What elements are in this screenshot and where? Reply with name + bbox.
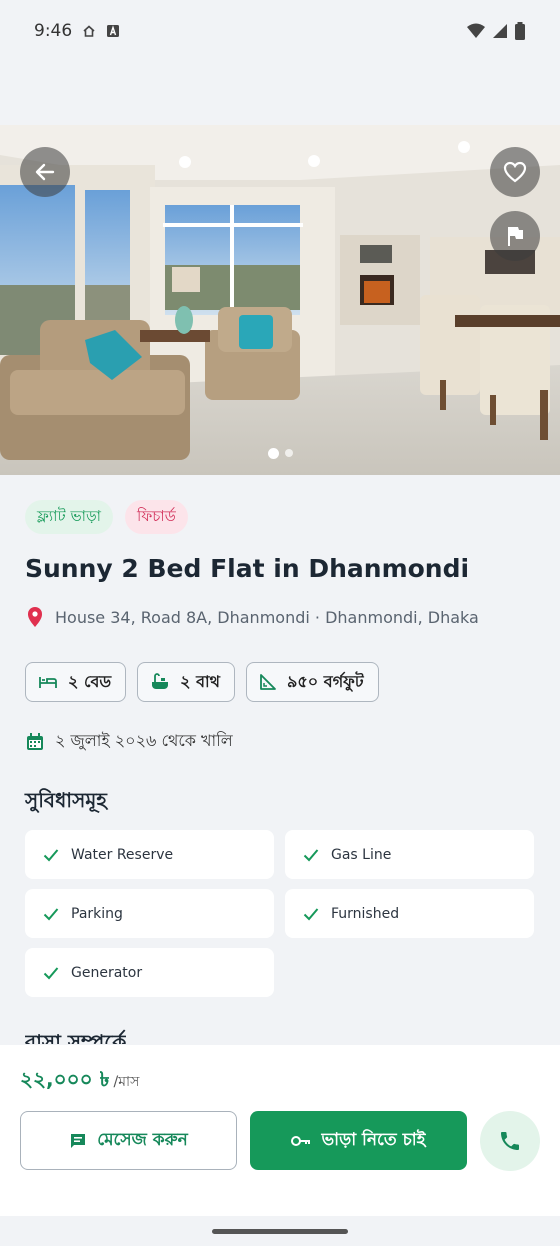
status-bar: 9:46 [0,0,560,62]
rent-button-label: ভাড়া নিতে চাই [321,1129,426,1150]
amenities-heading: সুবিধাসমূহ [25,788,107,812]
address-text: House 34, Road 8A, Dhanmondi · Dhanmondi… [55,607,479,627]
gallery-pager [0,448,560,459]
call-button[interactable] [480,1111,540,1171]
amenity-item: Gas Line [285,830,534,879]
amenity-item: Water Reserve [25,830,274,879]
amenity-label: Water Reserve [71,846,174,863]
featured-chip: ফিচার্ড [125,500,188,534]
chat-icon [71,1133,86,1148]
amenity-item: Parking [25,889,274,938]
beds-text: ২ বেড [68,671,112,691]
check-icon [303,848,319,861]
rent-request-button[interactable]: ভাড়া নিতে চাই [250,1111,467,1170]
check-icon [43,966,59,979]
message-button-label: মেসেজ করুন [97,1129,188,1150]
amenity-item: Furnished [285,889,534,938]
report-button[interactable] [490,211,540,261]
calendar-icon [27,732,43,750]
pager-dot[interactable] [284,449,293,457]
bed-icon [39,677,57,688]
location-pin-icon [28,607,42,627]
spec-baths: ২ বাথ [137,662,236,702]
pager-dot-active[interactable] [267,448,279,459]
type-chip: ফ্ল্যাট ভাড়া [25,500,114,534]
listing-specs: ২ বেড ২ বাথ ৯৫০ বর্গফুট [25,662,379,702]
a-status-icon [107,25,120,37]
listing-tags: ফ্ল্যাট ভাড়া ফিচার্ড [25,500,188,534]
home-status-icon [83,25,95,37]
baths-text: ২ বাথ [180,671,221,691]
wifi-icon [467,23,485,38]
home-gesture-handle[interactable] [212,1229,348,1234]
message-button[interactable]: মেসেজ করুন [20,1111,237,1170]
availability-text: ২ জুলাই ২০২৬ থেকে খালি [55,731,233,750]
price-amount: ২২,০০০ ৳ [20,1067,110,1091]
system-nav-bar [0,1216,560,1246]
bottom-action-bar: ২২,০০০ ৳ /মাস মেসেজ করুন ভাড়া নিতে চাই [0,1045,560,1216]
phone-icon [501,1132,519,1150]
living-room-photo [0,125,560,475]
battery-icon [515,22,525,40]
area-icon [260,674,276,690]
status-time: 9:46 [34,21,73,41]
spec-area: ৯৫০ বর্গফুট [246,662,379,702]
heart-icon [503,161,527,183]
amenity-label: Furnished [331,905,400,922]
price: ২২,০০০ ৳ /মাস [20,1065,139,1098]
amenity-label: Parking [71,905,123,922]
back-button[interactable] [20,147,70,197]
about-heading: বাসা সম্পর্কে [25,1030,127,1044]
check-icon [303,907,319,920]
spec-beds: ২ বেড [25,662,127,702]
listing-address: House 34, Road 8A, Dhanmondi · Dhanmondi… [25,606,479,628]
price-period: /মাস [113,1074,140,1090]
area-text: ৯৫০ বর্গফুট [287,671,364,691]
amenity-label: Gas Line [331,846,392,863]
availability: ২ জুলাই ২০২৬ থেকে খালি [25,728,233,755]
back-arrow-icon [35,163,55,181]
favorite-button[interactable] [490,147,540,197]
flag-icon [508,227,523,246]
amenity-item: Generator [25,948,274,997]
bath-icon [152,673,169,689]
listing-title: Sunny 2 Bed Flat in Dhanmondi [25,554,470,583]
check-icon [43,907,59,920]
listing-photo-gallery[interactable] [0,125,560,475]
check-icon [43,848,59,861]
signal-icon [493,24,507,38]
key-icon [291,1135,311,1146]
amenity-label: Generator [71,964,143,981]
